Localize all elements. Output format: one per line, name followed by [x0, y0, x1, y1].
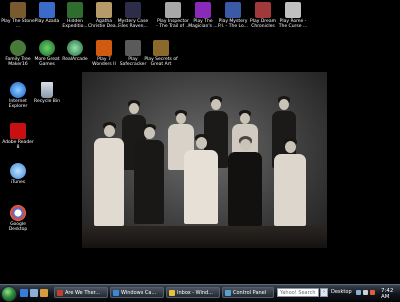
search-input[interactable]: Yahoo! Search	[277, 288, 319, 297]
icon-label: Play Secrets of Great Art	[144, 57, 178, 67]
control-panel-icon	[225, 290, 231, 296]
family-tree-icon	[10, 40, 26, 56]
game-icon	[285, 2, 301, 18]
desktop-icon-rome[interactable]: Play Rome - The Curse ...	[276, 2, 310, 29]
icon-label: Play Mystery P.I. - The Lo...	[218, 19, 248, 29]
icon-label: Google Desktop	[8, 222, 28, 232]
taskbar-button-windows-calendar[interactable]: Windows Ca...	[110, 287, 164, 298]
desktop-icon-itunes[interactable]: iTunes	[1, 163, 35, 185]
search-button[interactable]: ›	[320, 288, 328, 297]
taskbar-button-label: Are We Ther...	[65, 290, 101, 296]
game-icon	[153, 40, 169, 56]
desktop: Play The Stone ... Play Azada Hidden Exp…	[0, 0, 400, 284]
taskbar-button-label: Windows Ca...	[121, 290, 157, 296]
icon-label: Play Rome - The Curse ...	[278, 19, 308, 29]
desktop-icon-inspector[interactable]: Play Inspector - The Trail of ...	[156, 2, 190, 29]
google-desktop-icon	[10, 205, 26, 221]
game-icon	[67, 2, 83, 18]
quick-launch-browser-icon[interactable]	[20, 289, 28, 297]
clock[interactable]: 7:42 AM	[381, 288, 400, 300]
game-icon	[10, 2, 26, 18]
wallpaper-photo	[82, 72, 327, 248]
desktop-icon-magician[interactable]: Play The Magician's ...	[186, 2, 220, 29]
person-figure	[184, 134, 218, 224]
desktop-icon-secrets-great-art[interactable]: Play Secrets of Great Art	[144, 40, 178, 67]
game-icon	[165, 2, 181, 18]
icon-label: Play Dream Chronicles	[250, 19, 276, 29]
itunes-icon	[10, 163, 26, 179]
desktop-icon-google-desktop[interactable]: Google Desktop	[1, 205, 35, 232]
desktop-icon-adobe-reader[interactable]: Adobe Reader 8	[1, 123, 35, 150]
recycle-bin-icon	[41, 82, 53, 98]
icon-label: Play The Magician's ...	[188, 19, 218, 29]
taskbar-button-are-we-there[interactable]: Are We Ther...	[54, 287, 108, 298]
tray-network-icon[interactable]	[356, 290, 361, 295]
quick-launch-media-icon[interactable]	[40, 289, 48, 297]
game-icon	[225, 2, 241, 18]
calendar-icon	[113, 290, 119, 296]
quick-launch-desktop-icon[interactable]	[30, 289, 38, 297]
icon-label: iTunes	[10, 180, 26, 185]
taskbar: Are We Ther... Windows Ca... Inbox - Win…	[0, 284, 400, 302]
desktop-icon-mystery-case-files[interactable]: Mystery Case Files Raven...	[116, 2, 150, 29]
person-figure	[134, 124, 164, 224]
internet-explorer-icon	[10, 82, 26, 98]
taskbar-button-inbox[interactable]: Inbox - Wind...	[166, 287, 220, 298]
game-icon	[96, 40, 112, 56]
icon-label: Adobe Reader 8	[2, 140, 34, 150]
icon-label: Mystery Case Files Raven...	[117, 19, 149, 29]
globe-icon	[39, 40, 55, 56]
game-icon	[39, 2, 55, 18]
desktop-icon-recycle-bin[interactable]: Recycle Bin	[30, 82, 64, 104]
icon-label: Play Inspector - The Trail of ...	[156, 19, 190, 29]
person-figure	[94, 122, 124, 226]
realarcade-icon	[67, 40, 83, 56]
game-icon	[125, 2, 141, 18]
game-icon	[96, 2, 112, 18]
person-figure	[274, 138, 306, 226]
mail-icon	[169, 290, 175, 296]
photo-floor	[82, 226, 327, 248]
taskbar-button-label: Control Panel	[233, 290, 267, 296]
tray-volume-icon[interactable]	[363, 290, 368, 295]
game-icon	[125, 40, 141, 56]
taskbar-button-label: Inbox - Wind...	[177, 290, 213, 296]
taskbar-button-control-panel[interactable]: Control Panel	[222, 287, 274, 298]
desktop-icon-mystery-pi[interactable]: Play Mystery P.I. - The Lo...	[216, 2, 250, 29]
game-icon	[195, 2, 211, 18]
icon-label: Recycle Bin	[34, 99, 60, 104]
desktop-toolbar-label[interactable]: Desktop	[331, 289, 352, 295]
game-icon	[255, 2, 271, 18]
adobe-reader-icon	[10, 123, 26, 139]
tray-app-icon[interactable]	[370, 290, 375, 295]
desktop-icon-dream-chronicles[interactable]: Play Dream Chronicles	[246, 2, 280, 29]
window-icon	[57, 290, 63, 296]
person-figure	[228, 136, 262, 226]
